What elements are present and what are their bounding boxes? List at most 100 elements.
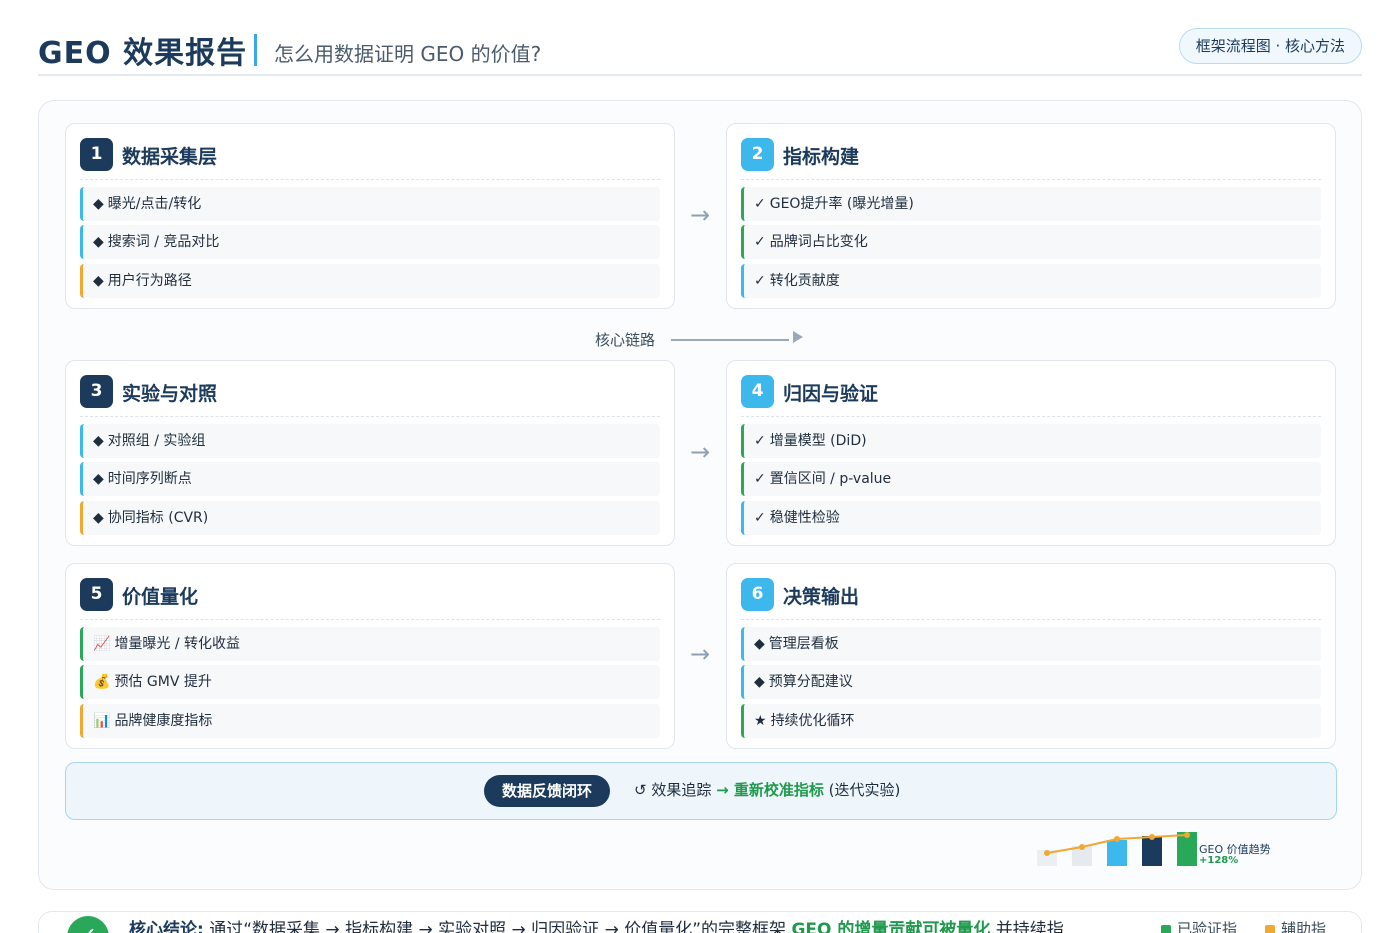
item-text: 曝光/点击/转化 bbox=[107, 196, 202, 212]
diamond-icon: ◆ bbox=[93, 234, 104, 250]
check-icon: ✓ bbox=[754, 234, 766, 250]
trend-bar bbox=[1107, 840, 1127, 866]
check-icon: ✓ bbox=[754, 510, 766, 526]
report-header: GEO 效果报告 怎么用数据证明 GEO 的价值? 框架流程图 · 核心方法 bbox=[38, 26, 1362, 76]
feedback-loop-badge[interactable]: 数据反馈闭环 bbox=[484, 775, 611, 807]
card-attribution: 4 归因与验证 ✓ 增量模型 (DiD) ✓ 置信区间 / p-value ✓ 稳健性… bbox=[726, 360, 1336, 546]
feedback-loop-text: ↺ 效果追踪 → 重新校准指标 (迭代实验) bbox=[634, 779, 900, 800]
list-item: ✓ 增量模型 (DiD) bbox=[741, 424, 1321, 458]
card-title: 归因与验证 bbox=[783, 383, 879, 405]
arrow-right-icon: → bbox=[689, 640, 711, 668]
triangle-right-icon bbox=[793, 331, 803, 343]
page-title: GEO 效果报告 bbox=[38, 36, 248, 71]
legend-swatch bbox=[1161, 924, 1171, 933]
trend-bar bbox=[1142, 836, 1162, 866]
card-data-collection: 1 数据采集层 ◆ 曝光/点击/转化 ◆ 搜索词 / 竞品对比 ◆ 用户行为路径 bbox=[65, 123, 675, 309]
list-item: 📊 品牌健康度指标 bbox=[80, 704, 660, 738]
list-item: ✓ GEO提升率 (曝光增量) bbox=[741, 187, 1321, 221]
chain-label: 核心链路 bbox=[595, 331, 656, 349]
item-text: 稳健性检验 bbox=[769, 510, 840, 526]
diamond-icon: ◆ bbox=[754, 636, 765, 652]
item-text: 预估 GMV 提升 bbox=[114, 674, 212, 690]
check-circle-icon: ✓ bbox=[67, 916, 109, 933]
list-item: ★ 持续优化循环 bbox=[741, 704, 1321, 738]
list-item: 📈 增量曝光 / 转化收益 bbox=[80, 627, 660, 661]
arrow-right-icon: → bbox=[689, 201, 711, 229]
diamond-icon: ◆ bbox=[93, 510, 104, 526]
list-item: 💰 预估 GMV 提升 bbox=[80, 665, 660, 699]
check-icon: ✓ bbox=[754, 471, 766, 487]
list-item: ◆ 管理层看板 bbox=[741, 627, 1321, 661]
item-text: 用户行为路径 bbox=[107, 273, 192, 289]
item-text: 品牌健康度指标 bbox=[114, 713, 213, 729]
value-trend-mini-chart: GEO 价值趋势 +128% bbox=[1029, 825, 1289, 875]
card-divider bbox=[741, 179, 1321, 180]
list-item: ✓ 转化贡献度 bbox=[741, 264, 1321, 298]
diamond-icon: ◆ bbox=[93, 433, 104, 449]
conclusion-body: 通过“数据采集 → 指标构建 → 实验对照 → 归因验证 → 价值量化”的完整框… bbox=[209, 920, 792, 933]
legend-label: 辅助指 bbox=[1281, 920, 1327, 933]
chart-up-icon: 📈 bbox=[93, 636, 111, 652]
star-icon: ★ bbox=[754, 713, 767, 729]
list-item: ◆ 对照组 / 实验组 bbox=[80, 424, 660, 458]
conclusion-label: 核心结论: bbox=[129, 920, 204, 933]
card-title: 数据采集层 bbox=[122, 146, 218, 168]
check-icon: ✓ bbox=[754, 433, 766, 449]
card-decision-output: 6 决策输出 ◆ 管理层看板 ◆ 预算分配建议 ★ 持续优化循环 bbox=[726, 563, 1336, 749]
title-separator bbox=[254, 34, 257, 66]
item-text: 品牌词占比变化 bbox=[769, 234, 868, 250]
item-text: 增量曝光 / 转化收益 bbox=[114, 636, 241, 652]
item-text: 转化贡献度 bbox=[769, 273, 840, 289]
diamond-icon: ◆ bbox=[93, 196, 104, 212]
item-text: 增量模型 (DiD) bbox=[769, 433, 867, 449]
card-title: 价值量化 bbox=[122, 586, 199, 608]
step-number: 4 bbox=[741, 375, 774, 408]
card-header: 1 数据采集层 bbox=[80, 138, 660, 172]
check-icon: ✓ bbox=[754, 196, 766, 212]
conclusion-text: 核心结论: 通过“数据采集 → 指标构建 → 实验对照 → 归因验证 → 价值量… bbox=[129, 915, 1064, 933]
card-header: 5 价值量化 bbox=[80, 578, 660, 612]
step-number: 1 bbox=[80, 138, 113, 171]
card-divider bbox=[80, 416, 660, 417]
diamond-icon: ◆ bbox=[754, 674, 765, 690]
card-divider bbox=[741, 619, 1321, 620]
list-item: ◆ 预算分配建议 bbox=[741, 665, 1321, 699]
diamond-icon: ◆ bbox=[93, 273, 104, 289]
list-item: ✓ 稳健性检验 bbox=[741, 501, 1321, 535]
core-chain: 核心链路 bbox=[595, 327, 815, 351]
card-experiment: 3 实验与对照 ◆ 对照组 / 实验组 ◆ 时间序列断点 ◆ 协同指标 (CVR) bbox=[65, 360, 675, 546]
list-item: ✓ 品牌词占比变化 bbox=[741, 225, 1321, 259]
framework-pill[interactable]: 框架流程图 · 核心方法 bbox=[1178, 28, 1362, 64]
card-divider bbox=[80, 619, 660, 620]
conclusion-highlight: GEO 的增量贡献可被量化 bbox=[791, 920, 991, 933]
list-item: ◆ 时间序列断点 bbox=[80, 462, 660, 496]
loop-suffix: (迭代实验) bbox=[823, 781, 901, 799]
list-item: ◆ 用户行为路径 bbox=[80, 264, 660, 298]
money-bag-icon: 💰 bbox=[93, 674, 111, 690]
legend-verified: 已验证指 bbox=[1161, 918, 1237, 933]
loop-highlight: → 重新校准指标 bbox=[716, 781, 824, 799]
item-text: 搜索词 / 竞品对比 bbox=[107, 234, 220, 250]
trend-point bbox=[1044, 850, 1050, 856]
trend-point bbox=[1114, 836, 1120, 842]
loop-prefix: ↺ 效果追踪 bbox=[634, 781, 717, 799]
list-item: ◆ 搜索词 / 竞品对比 bbox=[80, 225, 660, 259]
trend-percent: +128% bbox=[1199, 855, 1239, 866]
diamond-icon: ◆ bbox=[93, 471, 104, 487]
card-title: 指标构建 bbox=[783, 146, 860, 168]
list-item: ◆ 曝光/点击/转化 bbox=[80, 187, 660, 221]
card-header: 3 实验与对照 bbox=[80, 375, 660, 409]
item-text: 置信区间 / p-value bbox=[769, 471, 892, 487]
item-text: 对照组 / 实验组 bbox=[107, 433, 206, 449]
card-divider bbox=[741, 416, 1321, 417]
item-text: 时间序列断点 bbox=[107, 471, 192, 487]
conclusion-footer: ✓ 核心结论: 通过“数据采集 → 指标构建 → 实验对照 → 归因验证 → 价… bbox=[38, 911, 1362, 933]
framework-panel: 1 数据采集层 ◆ 曝光/点击/转化 ◆ 搜索词 / 竞品对比 ◆ 用户行为路径 → … bbox=[38, 100, 1362, 890]
list-item: ◆ 协同指标 (CVR) bbox=[80, 501, 660, 535]
card-title: 决策输出 bbox=[783, 586, 860, 608]
step-number: 2 bbox=[741, 138, 774, 171]
step-number: 5 bbox=[80, 578, 113, 611]
page-subtitle: 怎么用数据证明 GEO 的价值? bbox=[274, 42, 542, 66]
trend-point bbox=[1184, 832, 1190, 838]
card-divider bbox=[80, 179, 660, 180]
